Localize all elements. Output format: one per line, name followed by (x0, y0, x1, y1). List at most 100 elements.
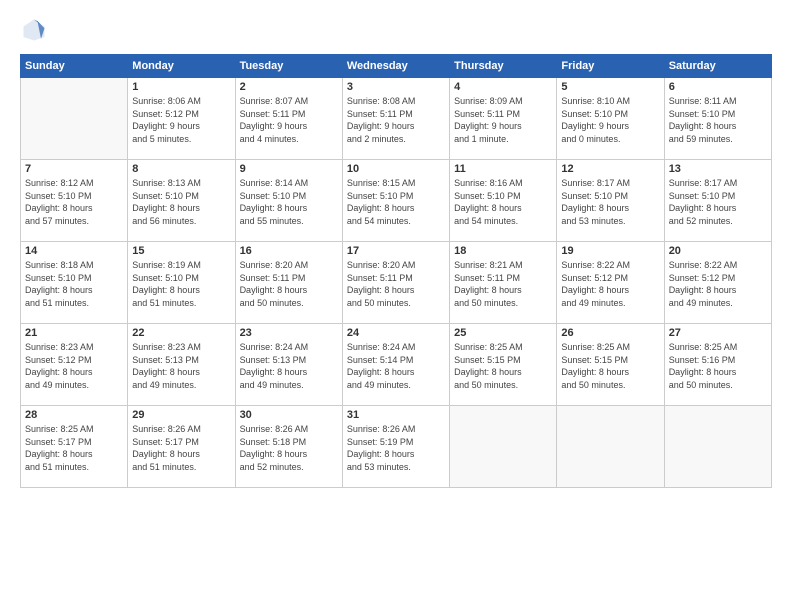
day-cell: 26 Sunrise: 8:25 AMSunset: 5:15 PMDayligh… (557, 324, 664, 406)
day-info: Sunrise: 8:12 AMSunset: 5:10 PMDaylight:… (25, 177, 123, 227)
col-header-monday: Monday (128, 55, 235, 78)
header (20, 16, 772, 44)
day-number: 4 (454, 81, 552, 93)
day-number: 11 (454, 163, 552, 175)
day-info: Sunrise: 8:24 AMSunset: 5:14 PMDaylight:… (347, 341, 445, 391)
week-row-1: 1Sunrise: 8:06 AMSunset: 5:12 PMDaylight… (21, 78, 772, 160)
day-info: Sunrise: 8:07 AMSunset: 5:11 PMDaylight:… (240, 95, 338, 145)
day-cell: 19 Sunrise: 8:22 AMSunset: 5:12 PMDayligh… (557, 242, 664, 324)
logo-icon (20, 16, 48, 44)
day-info: Sunrise: 8:25 AMSunset: 5:15 PMDaylight:… (454, 341, 552, 391)
day-info: Sunrise: 8:16 AMSunset: 5:10 PMDaylight:… (454, 177, 552, 227)
day-info: Sunrise: 8:10 AMSunset: 5:10 PMDaylight:… (561, 95, 659, 145)
day-cell: 7Sunrise: 8:12 AMSunset: 5:10 PMDaylight… (21, 160, 128, 242)
day-cell: 23 Sunrise: 8:24 AMSunset: 5:13 PMDayligh… (235, 324, 342, 406)
day-number: 31 (347, 409, 445, 421)
day-cell: 3 Sunrise: 8:08 AMSunset: 5:11 PMDaylight… (342, 78, 449, 160)
day-cell: 27Sunrise: 8:25 AMSunset: 5:16 PMDayligh… (664, 324, 771, 406)
week-row-2: 7Sunrise: 8:12 AMSunset: 5:10 PMDaylight… (21, 160, 772, 242)
col-header-thursday: Thursday (450, 55, 557, 78)
day-number: 14 (25, 245, 123, 257)
day-info: Sunrise: 8:14 AMSunset: 5:10 PMDaylight:… (240, 177, 338, 227)
col-header-friday: Friday (557, 55, 664, 78)
day-number: 30 (240, 409, 338, 421)
day-cell: 8 Sunrise: 8:13 AMSunset: 5:10 PMDaylight… (128, 160, 235, 242)
day-cell: 31 Sunrise: 8:26 AMSunset: 5:19 PMDayligh… (342, 406, 449, 488)
day-info: Sunrise: 8:24 AMSunset: 5:13 PMDaylight:… (240, 341, 338, 391)
week-row-4: 21 Sunrise: 8:23 AMSunset: 5:12 PMDayligh… (21, 324, 772, 406)
day-info: Sunrise: 8:25 AMSunset: 5:16 PMDaylight:… (669, 341, 767, 391)
day-info: Sunrise: 8:19 AMSunset: 5:10 PMDaylight:… (132, 259, 230, 309)
day-info: Sunrise: 8:17 AMSunset: 5:10 PMDaylight:… (669, 177, 767, 227)
day-cell: 5 Sunrise: 8:10 AMSunset: 5:10 PMDaylight… (557, 78, 664, 160)
day-number: 13 (669, 163, 767, 175)
day-number: 24 (347, 327, 445, 339)
week-row-3: 14Sunrise: 8:18 AMSunset: 5:10 PMDayligh… (21, 242, 772, 324)
day-info: Sunrise: 8:06 AMSunset: 5:12 PMDaylight:… (132, 95, 230, 145)
logo (20, 16, 52, 44)
day-cell: 28Sunrise: 8:25 AMSunset: 5:17 PMDayligh… (21, 406, 128, 488)
day-cell (557, 406, 664, 488)
day-number: 5 (561, 81, 659, 93)
day-info: Sunrise: 8:17 AMSunset: 5:10 PMDaylight:… (561, 177, 659, 227)
col-header-wednesday: Wednesday (342, 55, 449, 78)
day-cell: 9 Sunrise: 8:14 AMSunset: 5:10 PMDaylight… (235, 160, 342, 242)
day-cell: 4 Sunrise: 8:09 AMSunset: 5:11 PMDaylight… (450, 78, 557, 160)
day-cell: 13 Sunrise: 8:17 AMSunset: 5:10 PMDayligh… (664, 160, 771, 242)
day-cell: 17 Sunrise: 8:20 AMSunset: 5:11 PMDayligh… (342, 242, 449, 324)
day-number: 20 (669, 245, 767, 257)
day-number: 9 (240, 163, 338, 175)
day-cell: 22 Sunrise: 8:23 AMSunset: 5:13 PMDayligh… (128, 324, 235, 406)
calendar: SundayMondayTuesdayWednesdayThursdayFrid… (20, 54, 772, 488)
day-info: Sunrise: 8:11 AMSunset: 5:10 PMDaylight:… (669, 95, 767, 145)
week-row-5: 28Sunrise: 8:25 AMSunset: 5:17 PMDayligh… (21, 406, 772, 488)
day-info: Sunrise: 8:22 AMSunset: 5:12 PMDaylight:… (561, 259, 659, 309)
col-header-saturday: Saturday (664, 55, 771, 78)
day-number: 15 (132, 245, 230, 257)
day-info: Sunrise: 8:25 AMSunset: 5:17 PMDaylight:… (25, 423, 123, 473)
day-cell (450, 406, 557, 488)
day-number: 2 (240, 81, 338, 93)
day-number: 18 (454, 245, 552, 257)
day-cell: 10Sunrise: 8:15 AMSunset: 5:10 PMDayligh… (342, 160, 449, 242)
day-info: Sunrise: 8:08 AMSunset: 5:11 PMDaylight:… (347, 95, 445, 145)
page: SundayMondayTuesdayWednesdayThursdayFrid… (0, 0, 792, 612)
day-info: Sunrise: 8:20 AMSunset: 5:11 PMDaylight:… (347, 259, 445, 309)
day-cell: 21 Sunrise: 8:23 AMSunset: 5:12 PMDayligh… (21, 324, 128, 406)
day-cell: 11 Sunrise: 8:16 AMSunset: 5:10 PMDayligh… (450, 160, 557, 242)
day-number: 19 (561, 245, 659, 257)
day-info: Sunrise: 8:25 AMSunset: 5:15 PMDaylight:… (561, 341, 659, 391)
day-info: Sunrise: 8:13 AMSunset: 5:10 PMDaylight:… (132, 177, 230, 227)
day-cell: 30Sunrise: 8:26 AMSunset: 5:18 PMDayligh… (235, 406, 342, 488)
day-number: 12 (561, 163, 659, 175)
day-cell: 2 Sunrise: 8:07 AMSunset: 5:11 PMDaylight… (235, 78, 342, 160)
day-number: 17 (347, 245, 445, 257)
day-info: Sunrise: 8:26 AMSunset: 5:19 PMDaylight:… (347, 423, 445, 473)
day-info: Sunrise: 8:22 AMSunset: 5:12 PMDaylight:… (669, 259, 767, 309)
day-cell: 20 Sunrise: 8:22 AMSunset: 5:12 PMDayligh… (664, 242, 771, 324)
day-number: 22 (132, 327, 230, 339)
day-cell: 14Sunrise: 8:18 AMSunset: 5:10 PMDayligh… (21, 242, 128, 324)
day-number: 29 (132, 409, 230, 421)
day-cell: 12 Sunrise: 8:17 AMSunset: 5:10 PMDayligh… (557, 160, 664, 242)
day-number: 10 (347, 163, 445, 175)
calendar-header-row: SundayMondayTuesdayWednesdayThursdayFrid… (21, 55, 772, 78)
day-info: Sunrise: 8:23 AMSunset: 5:13 PMDaylight:… (132, 341, 230, 391)
day-number: 26 (561, 327, 659, 339)
day-cell: 29 Sunrise: 8:26 AMSunset: 5:17 PMDayligh… (128, 406, 235, 488)
day-cell: 18 Sunrise: 8:21 AMSunset: 5:11 PMDayligh… (450, 242, 557, 324)
day-info: Sunrise: 8:26 AMSunset: 5:17 PMDaylight:… (132, 423, 230, 473)
day-number: 8 (132, 163, 230, 175)
day-number: 3 (347, 81, 445, 93)
day-cell: 24 Sunrise: 8:24 AMSunset: 5:14 PMDayligh… (342, 324, 449, 406)
day-number: 23 (240, 327, 338, 339)
day-cell: 1Sunrise: 8:06 AMSunset: 5:12 PMDaylight… (128, 78, 235, 160)
col-header-sunday: Sunday (21, 55, 128, 78)
day-info: Sunrise: 8:23 AMSunset: 5:12 PMDaylight:… (25, 341, 123, 391)
day-number: 25 (454, 327, 552, 339)
day-cell: 25 Sunrise: 8:25 AMSunset: 5:15 PMDayligh… (450, 324, 557, 406)
day-info: Sunrise: 8:09 AMSunset: 5:11 PMDaylight:… (454, 95, 552, 145)
day-number: 21 (25, 327, 123, 339)
day-info: Sunrise: 8:21 AMSunset: 5:11 PMDaylight:… (454, 259, 552, 309)
day-cell: 6Sunrise: 8:11 AMSunset: 5:10 PMDaylight… (664, 78, 771, 160)
